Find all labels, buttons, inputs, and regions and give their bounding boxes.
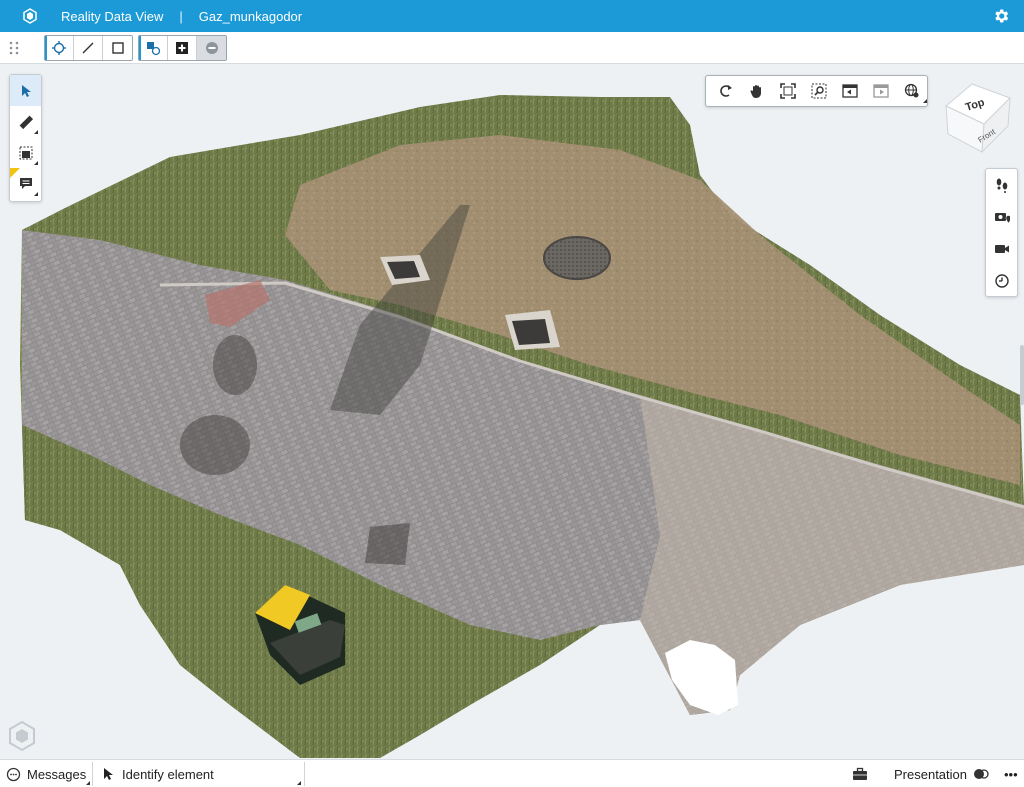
- app-logo-icon[interactable]: [22, 8, 38, 24]
- camera-location-button[interactable]: [986, 201, 1017, 233]
- tool-label: Identify element: [122, 766, 214, 782]
- walk-mode-button[interactable]: [986, 169, 1017, 201]
- title-separator: |: [179, 8, 183, 24]
- footprints-icon: [996, 178, 1007, 193]
- app-title: Reality Data View: [61, 8, 164, 24]
- ruler-icon: [19, 115, 33, 129]
- flyout-corner: [34, 192, 38, 196]
- measure-tool-button[interactable]: [10, 106, 41, 137]
- settings-gear-icon[interactable]: [992, 7, 1010, 25]
- flyout-corner: [34, 161, 38, 165]
- video-camera-icon: [994, 245, 1009, 253]
- status-divider: [304, 762, 305, 786]
- bentley-logo-icon: [9, 720, 35, 752]
- messages-label: Messages: [27, 766, 87, 782]
- selection-tools-group: [138, 35, 227, 61]
- flyout-corner: [34, 130, 38, 134]
- main-toolbar: [0, 32, 1024, 64]
- viewport-resize-handle[interactable]: [1020, 345, 1024, 405]
- identify-element-button[interactable]: Identify element: [103, 760, 214, 787]
- add-icon: [176, 42, 188, 54]
- select-tool-button[interactable]: [10, 75, 41, 106]
- briefcase-button[interactable]: [852, 760, 868, 787]
- hand-icon: [749, 85, 761, 98]
- rotate-view-button[interactable]: [710, 77, 741, 105]
- fit-view-icon: [779, 83, 796, 99]
- chat-bubble-icon: [6, 767, 21, 781]
- zoom-window-button[interactable]: [803, 77, 834, 105]
- reality-mesh-viewport[interactable]: [0, 65, 1024, 758]
- rotate-icon: [719, 85, 732, 97]
- view-previous-icon: [841, 84, 858, 98]
- select-shapes-button[interactable]: [139, 36, 168, 60]
- crosshair-point-icon: [52, 41, 66, 55]
- clip-tool-button[interactable]: [10, 137, 41, 168]
- rectangle-tool-button[interactable]: [103, 36, 132, 60]
- previous-view-button[interactable]: [834, 77, 865, 105]
- presentation-button[interactable]: Presentation: [894, 760, 989, 787]
- title-bar: Reality Data View | Gaz_munkagodor: [0, 0, 1024, 32]
- fit-view-button[interactable]: [772, 77, 803, 105]
- right-tool-palette: [985, 168, 1018, 297]
- add-button[interactable]: [168, 36, 197, 60]
- camera-pin-icon: [994, 213, 1010, 224]
- status-bar: Messages Identify element Presentation •…: [0, 759, 1024, 787]
- flyout-corner: [297, 781, 301, 785]
- briefcase-icon: [853, 767, 867, 780]
- clip-volume-icon: [19, 146, 32, 159]
- cursor-arrow-icon: [21, 84, 31, 97]
- line-tool-button[interactable]: [74, 36, 103, 60]
- more-options-button[interactable]: •••: [1004, 760, 1018, 787]
- annotation-tool-button[interactable]: [10, 168, 41, 199]
- remove-icon: [205, 42, 218, 54]
- line-icon: [82, 42, 94, 54]
- comment-icon: [19, 178, 32, 189]
- left-tool-palette: [9, 74, 42, 202]
- view-toolbar: [705, 75, 928, 107]
- view-next-icon: [872, 84, 889, 98]
- rectangle-icon: [111, 42, 124, 54]
- remove-button[interactable]: [197, 36, 226, 60]
- presentation-label: Presentation: [894, 766, 967, 782]
- globe-search-icon: [904, 83, 918, 98]
- cursor-arrow-icon: [104, 768, 113, 780]
- flyout-corner: [86, 781, 90, 785]
- flyout-corner: [923, 99, 927, 103]
- drag-grip-icon[interactable]: [8, 41, 20, 55]
- timeline-button[interactable]: [986, 265, 1017, 297]
- status-divider: [92, 762, 93, 786]
- next-view-button[interactable]: [865, 77, 896, 105]
- video-camera-button[interactable]: [986, 233, 1017, 265]
- view-cube[interactable]: Top Front: [940, 76, 1014, 156]
- zoom-icon: [811, 83, 826, 99]
- reality-mesh-scene[interactable]: [0, 65, 1024, 758]
- presentation-toggle-icon: [974, 769, 989, 779]
- indicator-flag: [10, 168, 20, 178]
- pan-view-button[interactable]: [741, 77, 772, 105]
- project-name: Gaz_munkagodor: [198, 8, 303, 24]
- messages-button[interactable]: Messages: [6, 760, 86, 787]
- globe-view-button[interactable]: [896, 77, 927, 105]
- point-tool-button[interactable]: [45, 36, 74, 60]
- select-shapes-icon: [147, 42, 161, 56]
- clock-icon: [994, 274, 1009, 288]
- more-label: •••: [1004, 766, 1018, 782]
- drawing-tools-group: [44, 35, 133, 61]
